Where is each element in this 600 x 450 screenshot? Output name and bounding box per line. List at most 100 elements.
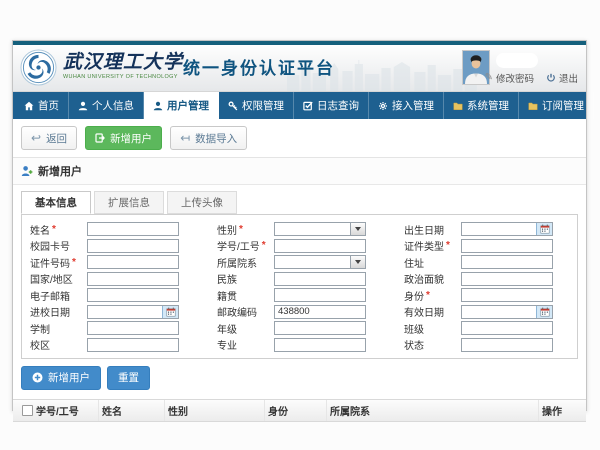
field-postal-code-input[interactable] xyxy=(275,306,365,318)
field-status: 状态 xyxy=(400,338,573,352)
field-campus-input[interactable] xyxy=(88,339,178,351)
change-password-link[interactable]: ✎ 修改密码 xyxy=(485,71,534,85)
power-icon xyxy=(546,73,556,83)
field-entry-date-input[interactable] xyxy=(88,306,162,318)
field-email-input[interactable] xyxy=(88,289,178,301)
field-label-birth-date: 出生日期 xyxy=(400,222,461,237)
nav-item-log-query[interactable]: 日志查询 xyxy=(294,92,369,119)
valid-date-calendar-button[interactable] xyxy=(536,306,552,318)
field-class-input[interactable] xyxy=(462,322,552,334)
field-country-region-input[interactable] xyxy=(88,273,178,285)
field-label-campus-card-no: 校园卡号 xyxy=(26,238,87,253)
column-header-identity: 身份 xyxy=(265,400,327,421)
field-label-identity: 身份 * xyxy=(400,288,461,303)
field-gender-input[interactable] xyxy=(275,223,350,235)
field-name-input[interactable] xyxy=(88,223,178,235)
nav-item-user-management[interactable]: 用户管理 xyxy=(144,92,219,119)
app-window: 武汉理工大学 WUHAN UNIVERSITY OF TECHNOLOGY 统一… xyxy=(12,40,587,411)
reset-button[interactable]: 重置 xyxy=(107,366,150,390)
nav-item-profile[interactable]: 个人信息 xyxy=(69,92,144,119)
form-actions: 新增用户 重置 xyxy=(21,366,578,390)
field-campus-card-no: 校园卡号 xyxy=(26,239,199,253)
field-campus-card-no-input[interactable] xyxy=(88,240,178,252)
field-student-staff-id: 学号/工号 * xyxy=(213,239,386,253)
select-all-checkbox[interactable] xyxy=(22,405,33,416)
field-label-department: 所属院系 xyxy=(213,255,274,270)
field-label-grade: 年级 xyxy=(213,321,274,336)
user-icon xyxy=(153,101,163,111)
pencil-icon: ✎ xyxy=(485,73,493,83)
birth-date-calendar-button[interactable] xyxy=(536,223,552,235)
field-study-length-input[interactable] xyxy=(88,322,178,334)
required-marker: * xyxy=(446,240,450,251)
field-label-email: 电子邮箱 xyxy=(26,288,87,303)
form-panel: 姓名 * 性别 * 出生日期 校园卡号 xyxy=(21,214,578,359)
field-entry-date: 进校日期 xyxy=(26,305,199,319)
field-birth-date-input[interactable] xyxy=(462,223,536,235)
gender-dropdown-button[interactable] xyxy=(350,223,365,235)
reset-button-label: 重置 xyxy=(118,370,139,385)
tab-extended-info[interactable]: 扩展信息 xyxy=(94,191,164,214)
field-label-id-number: 证件号码 * xyxy=(26,255,87,270)
nav-item-subscription-management[interactable]: 订阅管理 xyxy=(519,92,594,119)
nav-item-system-management[interactable]: 系统管理 xyxy=(444,92,519,119)
field-campus: 校区 xyxy=(26,338,199,352)
header-links: ✎ 修改密码 退出 xyxy=(485,71,578,85)
data-import-button[interactable]: ↤ 数据导入 xyxy=(170,126,247,150)
tab-upload-avatar[interactable]: 上传头像 xyxy=(167,191,237,214)
submit-add-user-button[interactable]: 新增用户 xyxy=(21,366,101,390)
field-student-staff-id-input[interactable] xyxy=(275,240,365,252)
import-arrow-icon: ↤ xyxy=(180,132,190,144)
field-political-status: 政治面貌 xyxy=(400,272,573,286)
field-birth-date: 出生日期 xyxy=(400,222,573,236)
nav-item-home[interactable]: 首页 xyxy=(15,92,69,119)
field-ethnicity-input[interactable] xyxy=(275,273,365,285)
field-major: 专业 xyxy=(213,338,386,352)
gear-icon xyxy=(378,101,388,111)
content-area: ↩ 返回 新增用户 ↤ 数据导入 新增用户 基本信息 扩展信息 上传头 xyxy=(13,119,586,422)
field-id-type-input[interactable] xyxy=(462,240,552,252)
field-label-political-status: 政治面貌 xyxy=(400,271,461,286)
field-label-country-region: 国家/地区 xyxy=(26,271,87,286)
form-tabs: 基本信息 扩展信息 上传头像 xyxy=(21,191,578,214)
logout-label: 退出 xyxy=(559,71,578,85)
university-name-cn: 武汉理工大学 xyxy=(63,51,183,73)
field-grade-input[interactable] xyxy=(275,322,365,334)
change-password-label: 修改密码 xyxy=(496,71,534,85)
field-id-number-input[interactable] xyxy=(88,256,178,268)
nav-item-access-management[interactable]: 接入管理 xyxy=(369,92,444,119)
field-native-place-input[interactable] xyxy=(275,289,365,301)
field-political-status-input[interactable] xyxy=(462,273,552,285)
university-logo xyxy=(20,49,57,86)
entry-date-calendar-button[interactable] xyxy=(162,306,178,318)
department-dropdown-button[interactable] xyxy=(350,256,365,268)
field-status-input[interactable] xyxy=(462,339,552,351)
field-email: 电子邮箱 xyxy=(26,288,199,302)
university-title-block: 武汉理工大学 WUHAN UNIVERSITY OF TECHNOLOGY xyxy=(63,51,183,80)
form-grid: 姓名 * 性别 * 出生日期 校园卡号 xyxy=(26,222,573,352)
field-major-input[interactable] xyxy=(275,339,365,351)
field-valid-date-input[interactable] xyxy=(462,306,536,318)
app-header: 武汉理工大学 WUHAN UNIVERSITY OF TECHNOLOGY 统一… xyxy=(13,45,586,92)
tab-basic-info[interactable]: 基本信息 xyxy=(21,191,91,214)
field-label-entry-date: 进校日期 xyxy=(26,304,87,319)
back-arrow-icon: ↩ xyxy=(31,132,41,144)
field-address-input[interactable] xyxy=(462,256,552,268)
field-department-input[interactable] xyxy=(275,256,350,268)
add-user-toolbar-label: 新增用户 xyxy=(110,131,152,146)
field-identity-input[interactable] xyxy=(462,289,552,301)
nav-item-permission-management[interactable]: 权限管理 xyxy=(219,92,294,119)
field-name: 姓名 * xyxy=(26,222,199,236)
required-marker: * xyxy=(52,224,56,235)
field-label-native-place: 籍贯 xyxy=(213,288,274,303)
logout-link[interactable]: 退出 xyxy=(546,71,578,85)
field-department: 所属院系 xyxy=(213,255,386,269)
field-id-number: 证件号码 * xyxy=(26,255,199,269)
back-button[interactable]: ↩ 返回 xyxy=(21,126,77,150)
add-user-toolbar-button[interactable]: 新增用户 xyxy=(85,126,162,150)
university-name-en: WUHAN UNIVERSITY OF TECHNOLOGY xyxy=(63,74,183,80)
add-user-section-icon xyxy=(21,165,33,177)
log-icon xyxy=(303,101,313,111)
plus-circle-icon xyxy=(32,372,43,383)
submit-add-user-label: 新增用户 xyxy=(48,370,90,385)
